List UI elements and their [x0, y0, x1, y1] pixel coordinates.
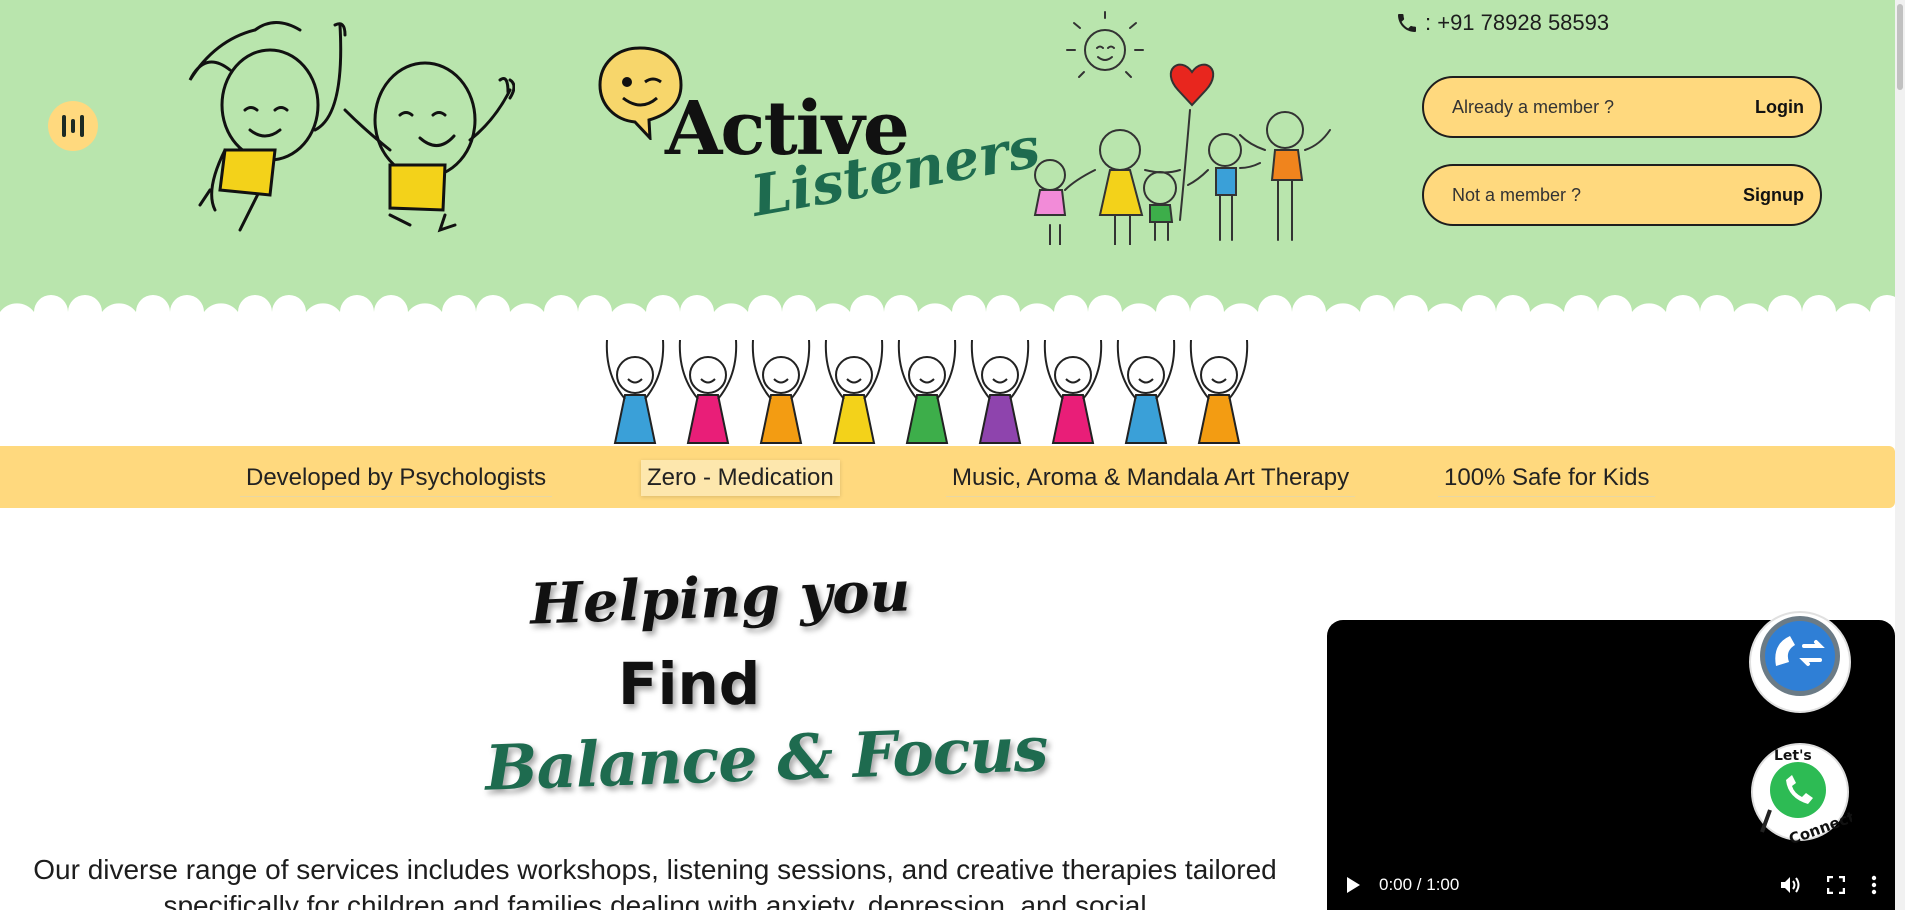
phone-number: : +91 78928 58593 [1425, 10, 1610, 35]
family-illustration [1033, 11, 1331, 245]
fullscreen-icon[interactable] [1827, 876, 1845, 894]
menu-bar-icon [62, 115, 66, 137]
whatsapp-lets-text: Let's [1774, 748, 1812, 764]
kids-illustration [188, 21, 515, 233]
signup-button[interactable]: Not a member ? Signup [1422, 164, 1822, 226]
crowd-kid-head [689, 356, 727, 394]
hero-line-balance: Balance & Focus [483, 712, 1049, 805]
play-icon[interactable] [1345, 876, 1361, 894]
hero-line-find: Find [618, 650, 761, 718]
crowd-kid-head [1127, 356, 1165, 394]
video-time: 0:00 / 1:00 [1379, 875, 1460, 894]
video-controls: 0:00 / 1:00 [1327, 860, 1895, 910]
phone-icon [1398, 14, 1416, 32]
kids-crowd-illustration [605, 339, 1249, 444]
brand-logo[interactable]: Active Listeners [595, 40, 1045, 230]
crowd-kid-body [686, 394, 730, 444]
scrollbar-thumb[interactable] [1897, 4, 1903, 90]
whatsapp-icon[interactable]: Let's Connect [1748, 740, 1852, 846]
crowd-kid-body [613, 394, 657, 444]
feature-safe-for-kids: 100% Safe for Kids [1438, 460, 1656, 497]
crowd-kid-head [835, 356, 873, 394]
crowd-kid-body [1051, 394, 1095, 444]
crowd-kid-head [908, 356, 946, 394]
more-options-icon[interactable] [1871, 875, 1877, 895]
menu-bar-icon [80, 115, 84, 137]
page: Active Listeners: +91 78928 58593 Alrea… [0, 0, 1895, 910]
crowd-kid-head [981, 356, 1019, 394]
cloud-divider [0, 295, 1895, 342]
header: Active Listeners: +91 78928 58593 Alrea… [0, 0, 1895, 330]
crowd-kid-head [1054, 356, 1092, 394]
feature-therapy: Music, Aroma & Mandala Art Therapy [946, 460, 1356, 497]
crowd-kid-body [832, 394, 876, 444]
crowd-kid-body [759, 394, 803, 444]
crowd-kid-body [905, 394, 949, 444]
volume-icon[interactable] [1779, 875, 1801, 895]
crowd-kid-body [1197, 394, 1241, 444]
login-button[interactable]: Already a member ? Login [1422, 76, 1822, 138]
login-label: Login [1755, 96, 1804, 117]
services-description: Our diverse range of services includes w… [33, 854, 1277, 910]
crowd-kid-body [1124, 394, 1168, 444]
crowd-kid-head [1200, 356, 1238, 394]
crowd-kid-body [978, 394, 1022, 444]
login-prompt: Already a member ? [1452, 96, 1615, 117]
signup-label: Signup [1743, 184, 1804, 205]
signup-prompt: Not a member ? [1452, 184, 1582, 205]
menu-button[interactable] [48, 101, 98, 151]
features-strip: Developed by Psychologists Zero - Medica… [0, 446, 1895, 508]
page-scrollbar[interactable] [1895, 0, 1905, 910]
phone-contact[interactable]: : +91 78928 58593 [1395, 10, 1609, 36]
feature-zero-medication: Zero - Medication [641, 460, 840, 496]
phone-transfer-icon[interactable] [1742, 610, 1858, 714]
crowd-kid-head [762, 356, 800, 394]
crowd-kid-head [616, 356, 654, 394]
menu-bar-icon [71, 119, 75, 133]
hero-line-helping: Helping you [528, 558, 912, 638]
feature-psychologists: Developed by Psychologists [240, 460, 553, 497]
